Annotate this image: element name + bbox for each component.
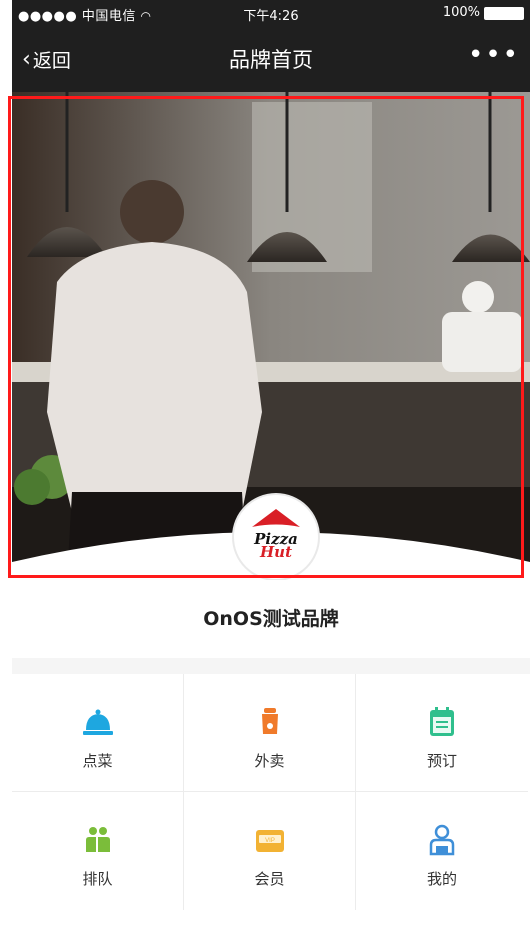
dining-bell-icon [82, 709, 113, 735]
battery-icon [484, 7, 524, 20]
grid-item-label: 会员 [254, 870, 285, 888]
brand-section: OnOS测试品牌 [12, 580, 530, 658]
grid-item-label: 我的 [426, 870, 457, 888]
calendar-icon [430, 707, 454, 736]
grid-item-order[interactable]: 点菜 [12, 674, 184, 792]
feature-grid: 点菜 外卖 预订 排队 VIP 会员 我的 [12, 674, 530, 927]
grid-item-label: 外卖 [254, 752, 285, 770]
brand-name: OnOS测试品牌 [203, 608, 339, 630]
grid-item-profile[interactable]: 我的 [356, 792, 528, 910]
navigation-bar: ‹ 返回 品牌首页 ••• [12, 26, 530, 92]
status-bar: ●●●●● 中国电信 ◠ 下午4:26 100% [12, 0, 530, 26]
queue-people-icon [85, 827, 110, 852]
svg-text:VIP: VIP [265, 838, 275, 844]
brand-logo: Pizza Hut [234, 495, 318, 579]
vip-card-icon: VIP [255, 830, 284, 852]
page-title: 品牌首页 [229, 48, 313, 72]
grid-item-label: 点菜 [82, 752, 113, 770]
grid-item-delivery[interactable]: 外卖 [184, 674, 356, 792]
phone-screen: ●●●●● 中国电信 ◠ 下午4:26 100% ‹ 返回 品牌首页 ••• P… [12, 0, 530, 927]
scooter-icon [261, 708, 278, 734]
battery-percent: 100% [442, 5, 480, 20]
user-icon [429, 824, 455, 856]
more-button[interactable]: ••• [468, 40, 520, 70]
grid-item-label: 预订 [426, 752, 457, 770]
grid-item-reservation[interactable]: 预订 [356, 674, 528, 792]
grid-item-label: 排队 [82, 870, 113, 888]
grid-item-queue[interactable]: 排队 [12, 792, 184, 910]
grid-item-membership[interactable]: VIP 会员 [184, 792, 356, 910]
logo-text-line2: Hut [259, 543, 292, 561]
